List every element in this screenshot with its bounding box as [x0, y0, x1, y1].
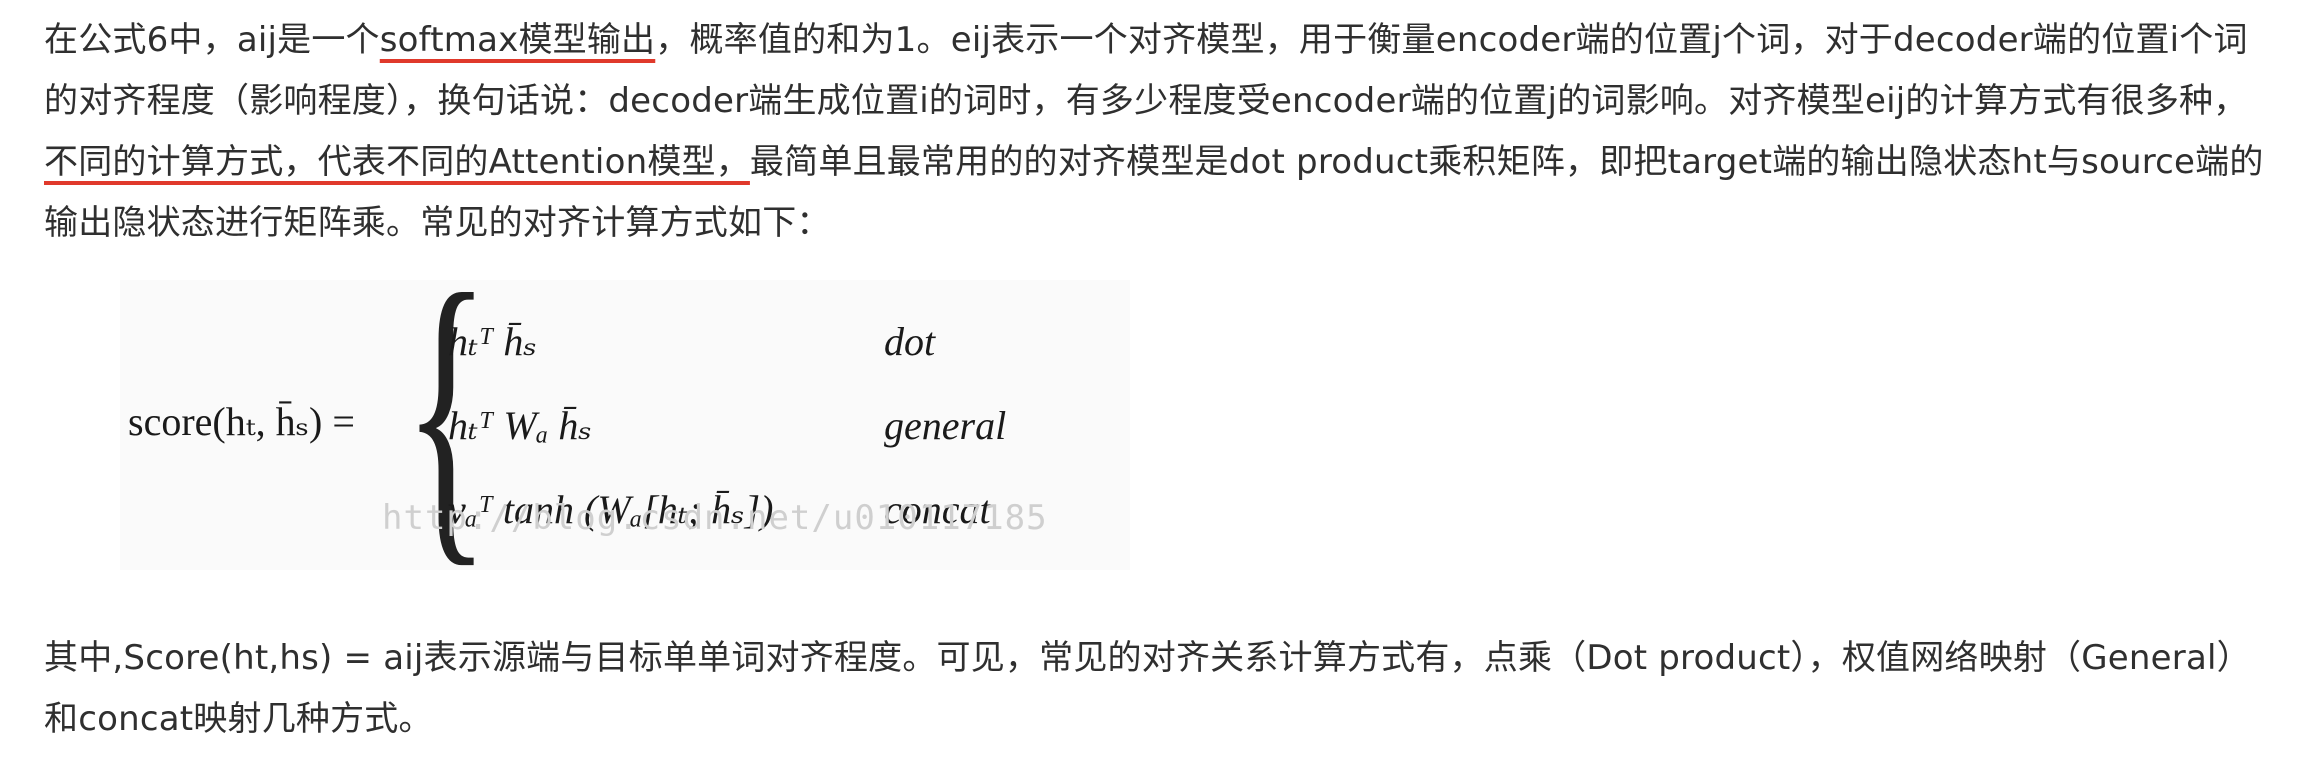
softmax-output-highlight: softmax模型输出 [379, 20, 656, 60]
formula-lhs: score(hₜ, h̄ₛ) = [128, 399, 355, 444]
formula-general-expr: hₜᵀ Wₐ h̄ₛ [448, 403, 592, 448]
intro-text-1: 在公式6中，aij是一个 [44, 20, 380, 60]
conclusion-paragraph: 其中,Score(ht,hs) = aij表示源端与目标单单词对齐程度。可见，常… [44, 638, 2251, 739]
formula-dot-label: dot [884, 319, 936, 364]
score-formula-image: score(hₜ, h̄ₛ) = { hₜᵀ h̄ₛ dot hₜᵀ Wₐ h̄… [120, 246, 1130, 576]
blog-watermark: http://blog.csdn.net/u010117185 [382, 498, 1048, 538]
formula-dot-expr: hₜᵀ h̄ₛ [448, 319, 537, 364]
formula-general-label: general [884, 403, 1007, 448]
attention-models-highlight: 不同的计算方式，代表不同的Attention模型， [44, 142, 750, 182]
intro-paragraph: 在公式6中，aij是一个softmax模型输出，概率值的和为1。eij表示一个对… [44, 10, 2274, 254]
